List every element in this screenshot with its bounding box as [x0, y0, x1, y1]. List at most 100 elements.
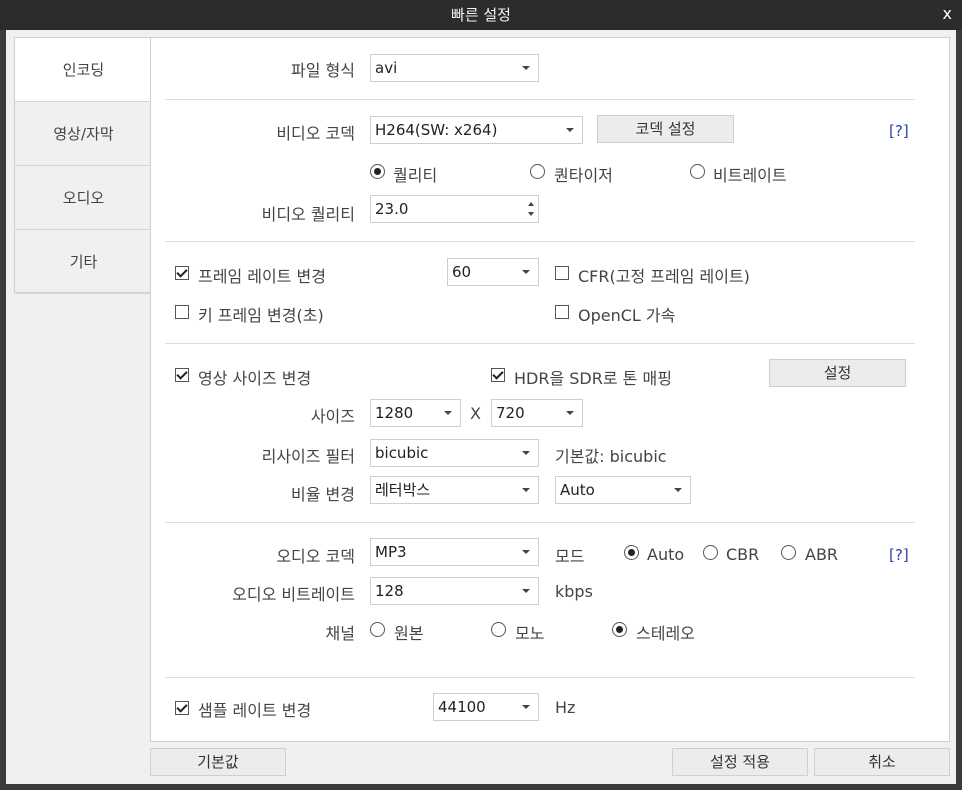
divider [165, 241, 915, 242]
default-button[interactable]: 기본값 [150, 748, 286, 776]
aspect-ratio-mode-select[interactable]: Auto [555, 476, 691, 504]
opencl-checkbox[interactable] [555, 305, 569, 319]
height-select[interactable]: 720 [491, 399, 583, 427]
fps-select[interactable]: 60 [447, 258, 539, 286]
audio-help-link[interactable]: [?] [889, 546, 909, 564]
sidebar-item-encoding[interactable]: 인코딩 [15, 38, 152, 102]
codec-settings-button[interactable]: 코덱 설정 [597, 115, 734, 143]
height-value: 720 [496, 404, 525, 422]
chevron-down-icon [522, 488, 530, 492]
cancel-button[interactable]: 취소 [814, 748, 950, 776]
file-format-label: 파일 형식 [291, 61, 355, 80]
audio-mode-cbr-label: CBR [726, 545, 760, 564]
chevron-down-icon [522, 550, 530, 554]
chevron-down-icon [522, 270, 530, 274]
change-fps-label: 프레임 레이트 변경 [198, 267, 326, 286]
width-select[interactable]: 1280 [370, 399, 461, 427]
chevron-down-icon [566, 411, 574, 415]
video-quality-spinbox[interactable]: 23.0 [370, 195, 539, 223]
audio-bitrate-unit: kbps [555, 582, 593, 601]
change-fps-checkbox[interactable] [175, 266, 189, 280]
audio-mode-auto-radio[interactable] [624, 545, 639, 560]
aspect-ratio-value: 레터박스 [375, 481, 431, 499]
chevron-down-icon [522, 705, 530, 709]
apply-button[interactable]: 설정 적용 [672, 748, 808, 776]
audio-codec-select[interactable]: MP3 [370, 538, 539, 566]
width-value: 1280 [375, 404, 414, 422]
sample-rate-unit: Hz [555, 698, 576, 717]
audio-mode-auto-label: Auto [647, 545, 685, 564]
keyframe-label: 키 프레임 변경(초) [198, 306, 324, 325]
chevron-down-icon [522, 451, 530, 455]
file-format-value: avi [375, 59, 398, 77]
audio-bitrate-value: 128 [375, 582, 404, 600]
divider [165, 677, 915, 678]
channel-label: 채널 [325, 624, 355, 643]
file-format-select[interactable]: avi [370, 54, 539, 82]
channel-stereo-radio[interactable] [612, 622, 627, 637]
chevron-down-icon [522, 66, 530, 70]
sample-rate-value: 44100 [438, 698, 486, 716]
channel-mono-label: 모노 [515, 624, 545, 643]
video-quality-label: 비디오 퀄리티 [261, 205, 355, 224]
audio-mode-abr-label: ABR [805, 545, 839, 564]
audio-mode-cbr-radio[interactable] [703, 545, 718, 560]
sidebar-item-audio[interactable]: 오디오 [15, 166, 152, 230]
divider [165, 99, 915, 100]
divider [165, 343, 915, 344]
audio-bitrate-select[interactable]: 128 [370, 577, 539, 605]
audio-codec-value: MP3 [375, 543, 407, 561]
chevron-down-icon [444, 411, 452, 415]
change-size-checkbox[interactable] [175, 368, 189, 382]
fps-value: 60 [452, 263, 472, 281]
sidebar: 인코딩 영상/자막 오디오 기타 [14, 37, 152, 294]
hdr-tonemap-checkbox[interactable] [491, 368, 505, 382]
sample-rate-checkbox[interactable] [175, 701, 189, 715]
resize-filter-select[interactable]: bicubic [370, 439, 539, 467]
video-help-link[interactable]: [?] [889, 122, 909, 140]
audio-mode-label: 모드 [555, 547, 585, 566]
resize-filter-label: 리사이즈 필터 [261, 447, 355, 466]
quantizer-mode-label: 퀀타이저 [554, 166, 613, 185]
channel-stereo-label: 스테레오 [636, 624, 695, 643]
video-quality-value: 23.0 [375, 200, 409, 218]
spin-down-icon[interactable] [528, 212, 534, 216]
bitrate-mode-radio[interactable] [690, 164, 705, 179]
audio-mode-abr-radio[interactable] [781, 545, 796, 560]
aspect-ratio-label: 비율 변경 [291, 485, 355, 504]
quality-mode-radio[interactable] [370, 164, 385, 179]
spin-up-icon[interactable] [528, 202, 534, 206]
sample-rate-label: 샘플 레이트 변경 [198, 701, 312, 720]
resize-filter-value: bicubic [375, 444, 429, 462]
hdr-tonemap-label: HDR을 SDR로 톤 매핑 [514, 369, 672, 388]
video-codec-select[interactable]: H264(SW: x264) [370, 116, 583, 144]
divider [165, 522, 915, 523]
opencl-label: OpenCL 가속 [578, 306, 676, 325]
video-codec-value: H264(SW: x264) [375, 121, 498, 139]
close-button[interactable]: x [943, 4, 952, 23]
change-size-label: 영상 사이즈 변경 [198, 369, 312, 388]
keyframe-checkbox[interactable] [175, 305, 189, 319]
channel-original-label: 원본 [394, 624, 424, 643]
sidebar-item-video-subtitle[interactable]: 영상/자막 [15, 102, 152, 166]
channel-original-radio[interactable] [370, 622, 385, 637]
quality-mode-label: 퀄리티 [393, 166, 438, 185]
sidebar-item-etc[interactable]: 기타 [15, 230, 152, 294]
size-settings-button[interactable]: 설정 [769, 359, 906, 387]
channel-mono-radio[interactable] [491, 622, 506, 637]
aspect-ratio-mode-value: Auto [560, 481, 595, 499]
quantizer-mode-radio[interactable] [530, 164, 545, 179]
cfr-checkbox[interactable] [555, 266, 569, 280]
cfr-label: CFR(고정 프레임 레이트) [578, 267, 750, 286]
chevron-down-icon [674, 488, 682, 492]
size-x-label: X [470, 404, 481, 423]
chevron-down-icon [566, 128, 574, 132]
audio-codec-label: 오디오 코덱 [276, 547, 355, 566]
window-title: 빠른 설정 [451, 6, 511, 24]
chevron-down-icon [522, 589, 530, 593]
aspect-ratio-select[interactable]: 레터박스 [370, 476, 539, 504]
sample-rate-select[interactable]: 44100 [433, 693, 539, 721]
title-bar: 빠른 설정 x [0, 0, 962, 30]
size-label: 사이즈 [310, 407, 355, 426]
bitrate-mode-label: 비트레이트 [713, 166, 787, 185]
